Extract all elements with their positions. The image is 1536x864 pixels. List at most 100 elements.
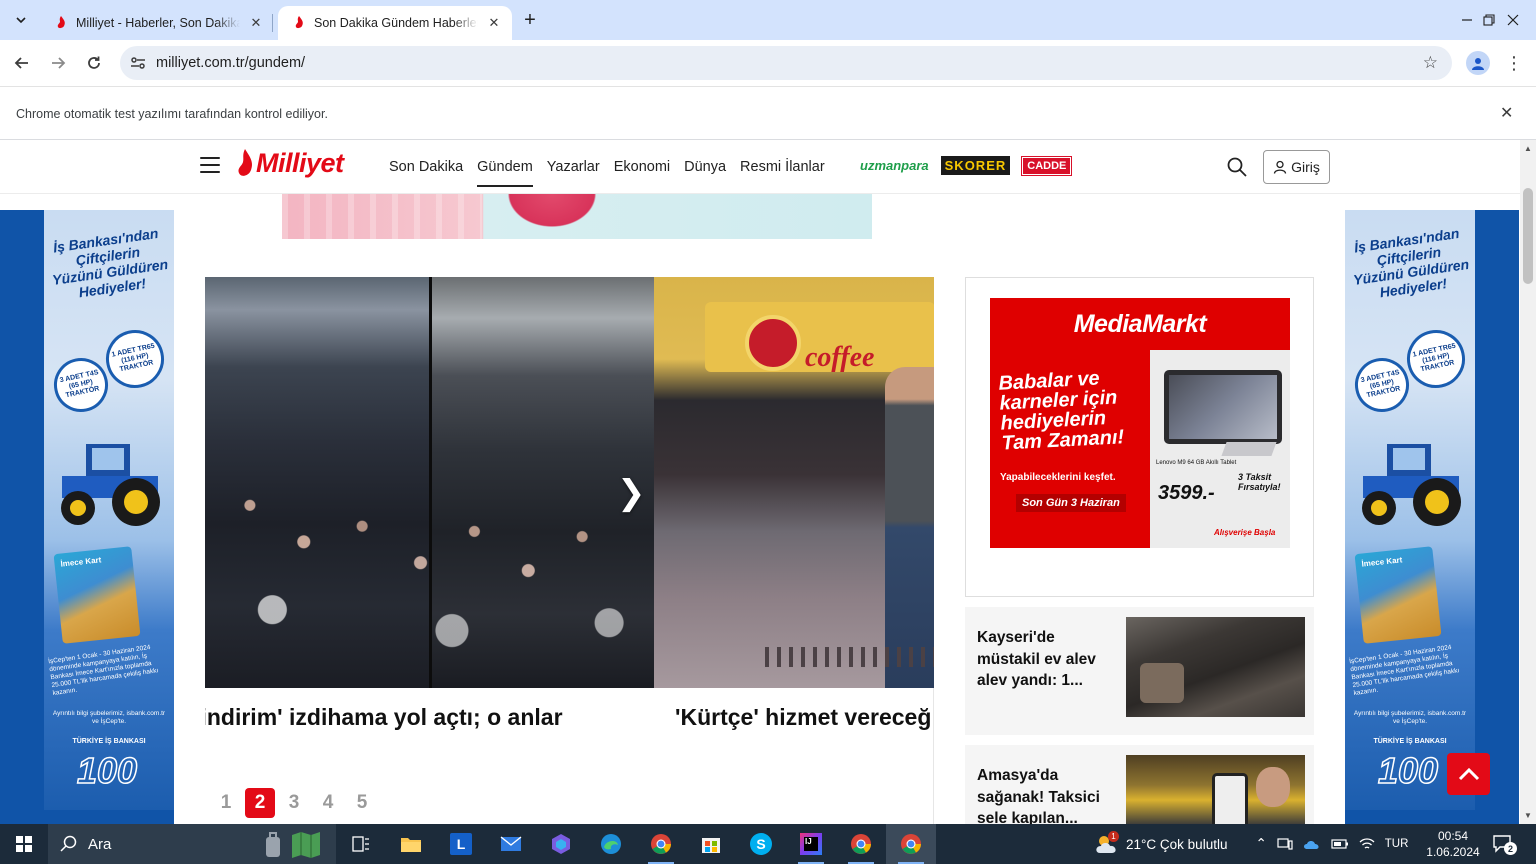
- ad-subline: Yapabileceklerini keşfet.: [1000, 472, 1116, 483]
- scroll-to-top-button[interactable]: [1447, 753, 1490, 795]
- tab-milliyet-home[interactable]: Milliyet - Haberler, Son Dakika Haberler…: [40, 6, 274, 40]
- copilot-icon[interactable]: [536, 824, 586, 864]
- task-view-icon[interactable]: [336, 824, 386, 864]
- product-price: 3599.-: [1158, 482, 1215, 504]
- start-button[interactable]: [0, 824, 48, 864]
- ad-title: İş Bankası'ndan Çiftçilerin Yüzünü Güldü…: [51, 224, 169, 301]
- slide-captions: 'indirim' izdihama yol açtı; o anlar 'Kü…: [205, 688, 934, 748]
- imece-card-image: İmece Kart: [1354, 546, 1442, 644]
- profile-avatar-icon[interactable]: [1466, 51, 1490, 75]
- page-1[interactable]: 1: [211, 788, 241, 818]
- bookmark-star-icon[interactable]: ☆: [1423, 53, 1438, 73]
- news-title[interactable]: Amasya'da sağanak! Taksici sele kapılan.…: [977, 765, 1117, 824]
- ad-badge: 3 ADET T4S (65 HP) TRAKTÖR: [1349, 352, 1415, 418]
- scrollbar-thumb[interactable]: [1523, 188, 1533, 284]
- news-thumbnail[interactable]: [1126, 617, 1305, 717]
- mail-icon[interactable]: [486, 824, 536, 864]
- map-icon: [292, 832, 320, 858]
- taskbar-search[interactable]: Ara: [48, 824, 336, 864]
- new-tab-button[interactable]: +: [518, 8, 542, 32]
- notification-center-icon[interactable]: 2: [1492, 834, 1517, 855]
- ad-badge: 1 ADET TR65 (116 HP) TRAKTÖR: [100, 324, 170, 394]
- reload-button[interactable]: [80, 49, 108, 77]
- intellij-icon[interactable]: IJ: [786, 824, 836, 864]
- forward-arrow-icon: [52, 57, 66, 69]
- main-nav: Son Dakika Gündem Yazarlar Ekonomi Dünya…: [389, 140, 825, 194]
- chevron-up-icon: [1458, 767, 1479, 781]
- page-3[interactable]: 3: [279, 788, 309, 818]
- left-side-ad[interactable]: İş Bankası'ndan Çiftçilerin Yüzünü Güldü…: [0, 210, 174, 824]
- device-icon[interactable]: [1277, 837, 1293, 851]
- clock[interactable]: 00:54 1.06.2024: [1420, 828, 1486, 860]
- chrome-icon[interactable]: [836, 824, 886, 864]
- news-card[interactable]: Kayseri'de müstakil ev alev alev yandı: …: [965, 607, 1314, 735]
- right-side-ad[interactable]: İş Bankası'ndan Çiftçilerin Yüzünü Güldü…: [1345, 210, 1519, 824]
- language-indicator[interactable]: TUR: [1385, 838, 1409, 850]
- card-label: İmece Kart: [1361, 555, 1403, 569]
- tab-strip: Milliyet - Haberler, Son Dakika Haberler…: [0, 0, 1536, 40]
- top-banner-ad[interactable]: [282, 194, 872, 239]
- menu-kebab-icon[interactable]: ⋮: [1505, 50, 1523, 76]
- nav-resmi-ilanlar[interactable]: Resmi İlanlar: [740, 140, 825, 194]
- uzmanpara-link[interactable]: uzmanpara: [860, 158, 929, 173]
- close-tab-icon[interactable]: ✕: [248, 15, 264, 31]
- milliyet-logo[interactable]: Milliyet: [236, 148, 344, 179]
- page-scrollbar[interactable]: ▲ ▼: [1520, 140, 1536, 824]
- cadde-link[interactable]: CADDE: [1021, 155, 1073, 176]
- chevron-up-icon[interactable]: ⌃: [1255, 836, 1266, 852]
- milliyet-favicon-icon: [54, 16, 68, 30]
- slide-caption[interactable]: 'Kürtçe' hizmet vereceğ: [675, 704, 931, 731]
- windows-logo-icon: [16, 836, 32, 852]
- file-explorer-icon[interactable]: [386, 824, 436, 864]
- forward-button[interactable]: [44, 49, 72, 77]
- search-placeholder: Ara: [88, 835, 112, 853]
- news-thumbnail[interactable]: [1126, 755, 1305, 824]
- page-4[interactable]: 4: [313, 788, 343, 818]
- wifi-icon[interactable]: [1359, 837, 1375, 851]
- nav-son-dakika[interactable]: Son Dakika: [389, 140, 463, 194]
- nav-ekonomi[interactable]: Ekonomi: [614, 140, 670, 194]
- ad-creative: İş Bankası'ndan Çiftçilerin Yüzünü Güldü…: [1345, 210, 1475, 810]
- system-tray: 1 21°C Çok bulutlu ⌃ TUR: [1094, 824, 1408, 864]
- skorer-link[interactable]: SKORER: [940, 156, 1011, 175]
- page-2[interactable]: 2: [245, 788, 275, 818]
- slider-pagination: 1 2 3 4 5: [211, 788, 377, 818]
- chrome-icon[interactable]: [636, 824, 686, 864]
- milliyet-favicon-icon: [292, 16, 306, 30]
- back-button[interactable]: [8, 49, 36, 77]
- close-window-button[interactable]: [1490, 0, 1536, 40]
- ad-right-panel: Lenovo M9 64 GB Akıllı Tablet 3599.- 3 T…: [1150, 350, 1290, 548]
- slide-images[interactable]: coffee ❯: [205, 277, 934, 688]
- scroll-up-icon[interactable]: ▲: [1524, 144, 1532, 153]
- slide-caption[interactable]: 'indirim' izdihama yol açtı; o anlar: [205, 704, 563, 731]
- chrome-icon[interactable]: [886, 824, 936, 864]
- page-5[interactable]: 5: [347, 788, 377, 818]
- tab-search-button[interactable]: [8, 7, 34, 33]
- nav-yazarlar[interactable]: Yazarlar: [547, 140, 600, 194]
- nav-gundem[interactable]: Gündem: [477, 140, 533, 194]
- site-info-icon[interactable]: [120, 56, 156, 70]
- login-button[interactable]: Giriş: [1263, 150, 1330, 184]
- address-bar[interactable]: milliyet.com.tr/gundem/ ☆: [120, 46, 1452, 80]
- onedrive-icon[interactable]: [1303, 838, 1321, 850]
- store-icon[interactable]: [686, 824, 736, 864]
- news-card[interactable]: Amasya'da sağanak! Taksici sele kapılan.…: [965, 745, 1314, 824]
- tablet-image: [1164, 370, 1282, 444]
- skype-icon[interactable]: S: [736, 824, 786, 864]
- search-icon[interactable]: [1226, 156, 1248, 178]
- weather-widget[interactable]: 1 21°C Çok bulutlu: [1094, 831, 1227, 855]
- close-tab-icon[interactable]: ✕: [486, 15, 502, 31]
- chevron-right-icon[interactable]: ❯: [617, 473, 646, 513]
- shop-cta[interactable]: Alışverişe Başla: [1214, 528, 1275, 537]
- battery-icon[interactable]: [1331, 838, 1349, 850]
- scroll-down-icon[interactable]: ▼: [1524, 811, 1532, 820]
- hamburger-menu-icon[interactable]: [200, 157, 220, 173]
- close-icon[interactable]: ✕: [1500, 103, 1513, 123]
- mediamarkt-ad[interactable]: MediaMarkt Babalar ve karneler için hedi…: [990, 298, 1290, 548]
- edge-icon[interactable]: [586, 824, 636, 864]
- news-title[interactable]: Kayseri'de müstakil ev alev alev yandı: …: [977, 627, 1117, 692]
- card-label: İmece Kart: [60, 555, 102, 569]
- tab-gundem[interactable]: Son Dakika Gündem Haberleri ✕: [278, 6, 512, 40]
- l-app-icon[interactable]: L: [436, 824, 486, 864]
- nav-dunya[interactable]: Dünya: [684, 140, 726, 194]
